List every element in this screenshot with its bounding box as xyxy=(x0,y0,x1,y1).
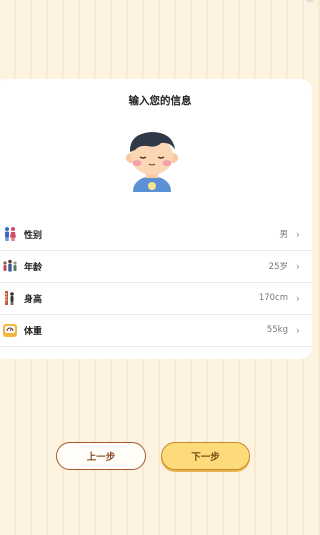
gender-label: 性别 xyxy=(24,230,43,241)
weight-label: 体重 xyxy=(24,326,43,337)
height-value: 170cm xyxy=(258,293,288,303)
age-row[interactable]: 年龄 25岁 › xyxy=(0,250,312,283)
chevron-right-icon: › xyxy=(295,259,300,273)
age-value: 25岁 xyxy=(268,262,288,272)
card-title: 输入您的信息 xyxy=(128,95,192,107)
gender-row[interactable]: 性别 男 › xyxy=(0,218,312,251)
chevron-right-icon: › xyxy=(295,291,300,305)
height-label: 身高 xyxy=(24,294,43,305)
weight-icon xyxy=(3,324,17,337)
prev-step-button[interactable]: 上一步 xyxy=(56,442,146,470)
age-icon xyxy=(3,259,17,272)
height-icon xyxy=(5,291,14,305)
chevron-right-icon: › xyxy=(295,227,300,241)
chevron-right-icon: › xyxy=(295,323,300,337)
height-row[interactable]: 身高 170cm › xyxy=(0,282,312,315)
weight-row[interactable]: 体重 55kg › xyxy=(0,314,312,347)
gender-value: 男 xyxy=(279,230,288,240)
weight-value: 55kg xyxy=(266,325,288,335)
gender-icon xyxy=(5,227,16,241)
age-label: 年龄 xyxy=(24,262,43,273)
avatar xyxy=(126,132,178,192)
status-indicator xyxy=(306,0,314,2)
next-step-button[interactable]: 下一步 xyxy=(161,442,250,470)
